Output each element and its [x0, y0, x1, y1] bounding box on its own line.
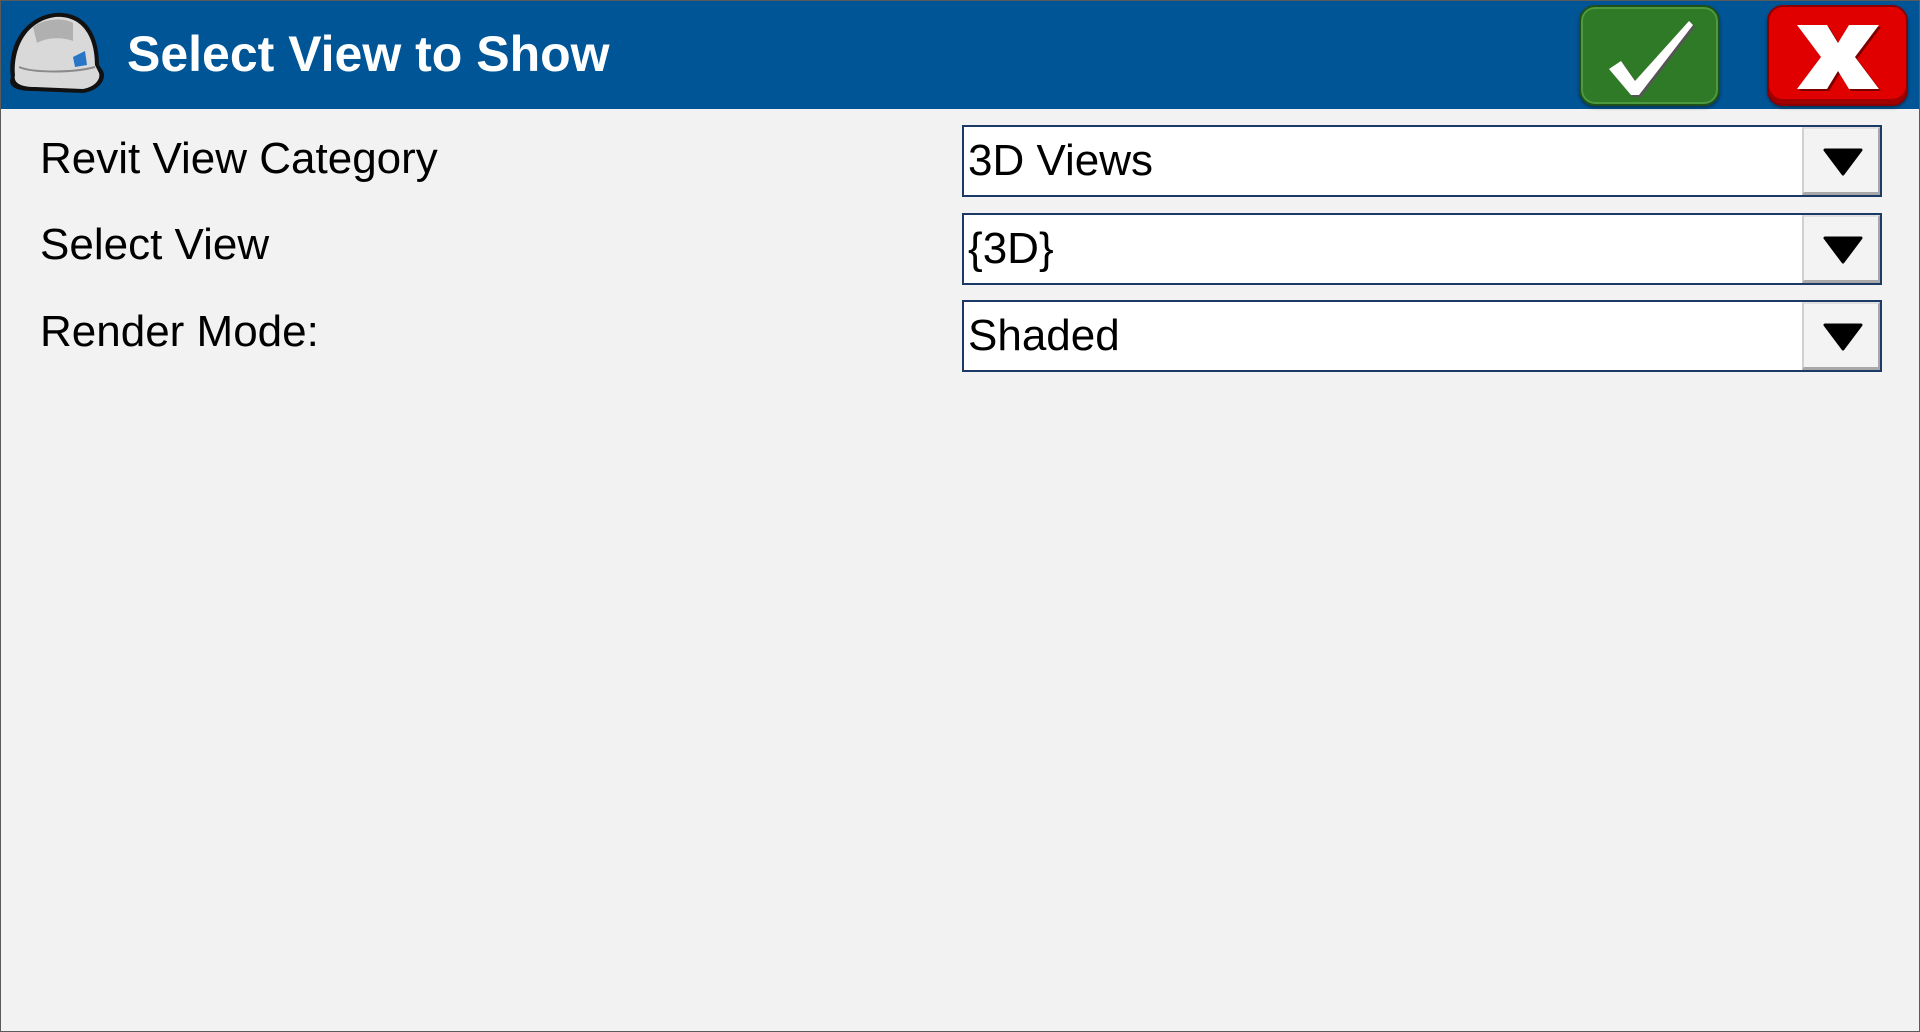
select-view-dialog: Select View to Show Revit View Category …	[0, 0, 1920, 1032]
render-mode-value: Shaded	[968, 311, 1120, 360]
select-view-dropdown[interactable]: {3D}	[962, 213, 1882, 285]
render-mode-label: Render Mode:	[40, 307, 319, 356]
select-view-label: Select View	[40, 220, 270, 269]
select-view-dropdown-button[interactable]	[1802, 215, 1880, 283]
title-bar: Select View to Show	[1, 1, 1919, 109]
checkmark-icon	[1609, 21, 1695, 97]
x-icon	[1797, 25, 1881, 91]
render-mode-dropdown-button[interactable]	[1802, 302, 1880, 370]
hard-hat-icon	[3, 7, 109, 101]
select-view-value: {3D}	[968, 224, 1054, 273]
chevron-down-icon	[1823, 323, 1863, 351]
revit-view-category-dropdown[interactable]: 3D Views	[962, 125, 1882, 197]
revit-view-category-dropdown-button[interactable]	[1802, 127, 1880, 195]
cancel-button[interactable]	[1767, 5, 1908, 106]
revit-view-category-value: 3D Views	[968, 136, 1154, 185]
dialog-title: Select View to Show	[127, 26, 610, 82]
render-mode-dropdown[interactable]: Shaded	[962, 300, 1882, 372]
chevron-down-icon	[1823, 236, 1863, 264]
revit-view-category-label: Revit View Category	[40, 134, 438, 183]
chevron-down-icon	[1823, 148, 1863, 176]
ok-button[interactable]	[1579, 5, 1720, 106]
